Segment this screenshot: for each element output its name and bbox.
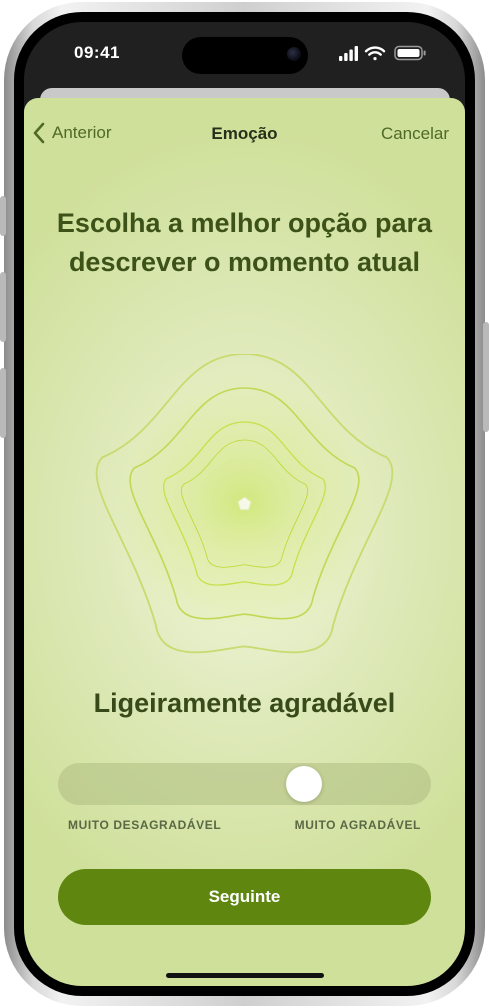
cancel-button[interactable]: Cancelar	[381, 124, 449, 144]
mood-label: Ligeiramente agradável	[93, 688, 396, 718]
slider-thumb[interactable]	[286, 766, 323, 802]
battery-icon	[394, 45, 426, 61]
action-button	[0, 196, 6, 236]
next-button[interactable]: Seguinte	[58, 869, 431, 925]
slider-max-label: MUITO AGRADÁVEL	[294, 818, 421, 832]
status-bar: 09:41	[24, 22, 465, 84]
wifi-icon	[364, 46, 386, 61]
emotion-sheet: Anterior Emoção Cancelar Escolha a melho…	[24, 98, 465, 986]
home-indicator	[166, 973, 324, 978]
slider-min-label: MUITO DESAGRADÁVEL	[68, 818, 222, 832]
power-button	[483, 322, 489, 432]
status-icons	[339, 45, 426, 61]
volume-up-button	[0, 272, 6, 342]
volume-down-button	[0, 368, 6, 438]
camera-icon	[287, 47, 301, 61]
screen: 09:41 Anterior Emoção Cancelar Escolha a…	[24, 22, 465, 986]
question-heading: Escolha a melhor opção para descrever o …	[56, 208, 433, 277]
signal-icon	[339, 46, 358, 61]
mood-flower-icon	[94, 354, 395, 654]
pleasantness-slider[interactable]	[58, 763, 431, 805]
status-time: 09:41	[74, 43, 120, 62]
